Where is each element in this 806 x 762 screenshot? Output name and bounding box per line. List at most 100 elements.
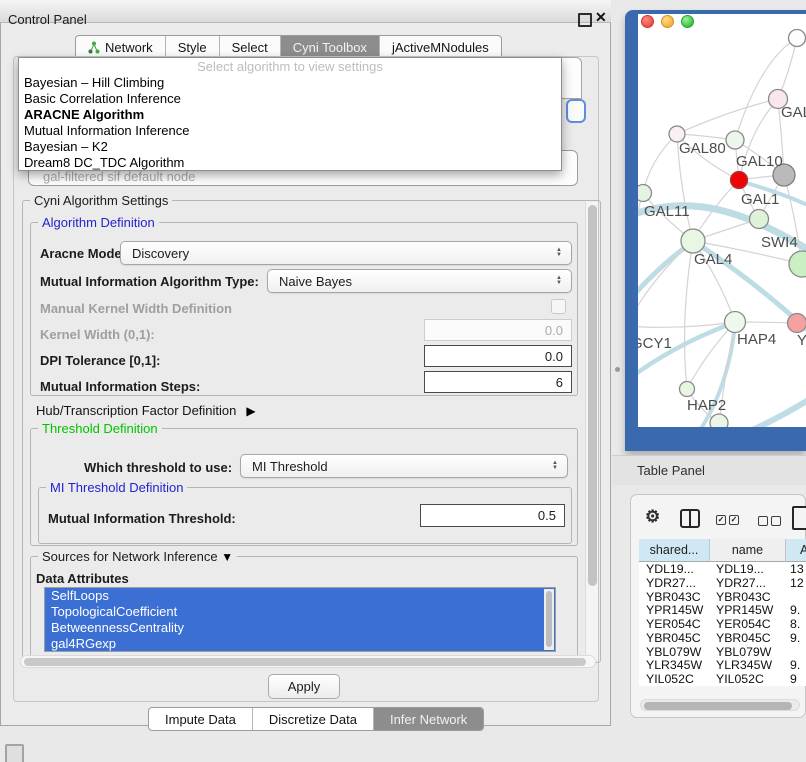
table-horizontal-scrollbar[interactable] (640, 699, 800, 711)
document-icon[interactable] (792, 506, 806, 530)
mi-steps-input[interactable]: 6 (424, 371, 572, 393)
table-row[interactable]: YBL079WYBL079W (639, 645, 806, 659)
column-header-shared-name[interactable]: shared... (639, 539, 710, 562)
settings-horizontal-scrollbar[interactable] (20, 655, 596, 668)
window-close-icon[interactable] (641, 15, 654, 28)
network-graph[interactable]: GAL GAL80 GAL10 GAL1 GAL11 SWI4 GAL4 GCY… (638, 28, 806, 427)
table-panel-titlebar: Table Panel (612, 455, 806, 485)
hub-definition-toggle[interactable]: Hub/Transcription Factor Definition ▶ (36, 403, 256, 418)
data-attributes-list[interactable]: SelfLoops TopologicalCoefficient Between… (44, 587, 556, 652)
table-row[interactable]: YBR045CYBR045C9. (639, 631, 806, 645)
scrollbar-thumb[interactable] (546, 591, 552, 647)
table-row[interactable]: YBR043CYBR043C (639, 590, 806, 604)
combo-value: Discovery (132, 246, 189, 261)
node-label: GCY1 (638, 335, 672, 352)
tab-select[interactable]: Select (220, 36, 281, 58)
split-pane-handle[interactable] (615, 367, 620, 372)
node-gal4[interactable] (681, 229, 705, 253)
node-gal1[interactable] (731, 172, 748, 189)
tab-network[interactable]: Network (76, 36, 166, 58)
node-label: SWI4 (761, 234, 798, 251)
close-icon[interactable]: ✕ (595, 9, 607, 26)
kernel-width-input[interactable]: 0.0 (424, 319, 572, 341)
node-label: GAL11 (644, 203, 690, 220)
algorithm-definition-legend: Algorithm Definition (38, 215, 159, 230)
mi-threshold-label: Mutual Information Threshold: (48, 511, 236, 526)
threshold-definition-legend: Threshold Definition (38, 421, 162, 436)
float-window-icon[interactable] (578, 13, 592, 27)
select-all-icon[interactable]: ✓ ✓ (716, 515, 739, 525)
window-zoom-icon[interactable] (681, 15, 694, 28)
gear-icon[interactable]: ⚙ (645, 507, 660, 527)
tab-discretize-data[interactable]: Discretize Data (253, 708, 374, 730)
split-columns-icon[interactable] (680, 509, 700, 528)
column-header-name[interactable]: name (710, 539, 786, 562)
list-item[interactable]: TopologicalCoefficient (45, 604, 555, 620)
node[interactable] (788, 314, 806, 333)
node-swi4[interactable] (750, 210, 769, 229)
dropdown-item[interactable]: Bayesian – K2 (19, 139, 561, 155)
which-threshold-label: Which threshold to use: (84, 460, 232, 475)
which-threshold-combo[interactable]: MI Threshold ▲▼ (240, 454, 568, 478)
table-row[interactable]: YDR27...YDR27...12 (639, 576, 806, 590)
minimized-panel-icon[interactable] (5, 744, 24, 762)
node[interactable] (789, 30, 806, 47)
tab-impute-data[interactable]: Impute Data (149, 708, 253, 730)
node-hap2[interactable] (680, 382, 695, 397)
scrollbar-thumb[interactable] (24, 658, 586, 666)
dpi-tolerance-input[interactable]: 0.0 (424, 345, 572, 367)
cell: YDR27... (639, 576, 710, 590)
table-row[interactable]: YLR345WYLR345W9. (639, 659, 806, 673)
table-row[interactable]: YIL052CYIL052C9 (639, 672, 806, 686)
deselect-all-icon[interactable] (758, 516, 781, 526)
mi-threshold-input[interactable]: 0.5 (420, 504, 565, 527)
table-row[interactable]: YDL19...YDL19...13 (639, 562, 806, 576)
list-vertical-scrollbar[interactable] (544, 589, 554, 650)
mi-algorithm-type-combo[interactable]: Naive Bayes ▲▼ (267, 269, 572, 293)
dropdown-item[interactable]: Dream8 DC_TDC Algorithm (19, 155, 561, 171)
node-gal10[interactable] (726, 131, 744, 149)
list-item[interactable]: gal4RGexp (45, 636, 555, 652)
cyni-bottom-tabbar: Impute Data Discretize Data Infer Networ… (148, 707, 484, 731)
sources-legend[interactable]: Sources for Network Inference ▼ (38, 549, 237, 564)
dropdown-item-selected[interactable]: ARACNE Algorithm (19, 107, 561, 123)
scrollbar-thumb[interactable] (588, 205, 597, 586)
aracne-mode-combo[interactable]: Discovery ▲▼ (120, 241, 572, 265)
tab-cyni-toolbox[interactable]: Cyni Toolbox (281, 36, 380, 58)
tab-label: Style (178, 40, 207, 55)
list-item[interactable]: SelfLoops (45, 588, 555, 604)
apply-button[interactable]: Apply (268, 674, 340, 699)
node-table[interactable]: YDL19...YDL19...13 YDR27...YDR27...12 YB… (639, 562, 806, 686)
dropdown-item[interactable]: Mutual Information Inference (19, 123, 561, 139)
hub-definition-label: Hub/Transcription Factor Definition (36, 403, 236, 418)
settings-vertical-scrollbar[interactable] (585, 202, 598, 660)
node[interactable] (789, 251, 806, 277)
node[interactable] (710, 414, 728, 427)
dropdown-item[interactable]: Basic Correlation Inference (19, 91, 561, 107)
window-minimize-icon[interactable] (661, 15, 674, 28)
network-selector-value: gal-filtered sif default node (43, 169, 195, 184)
cell: YER054C (710, 617, 786, 631)
mi-steps-label: Mutual Information Steps: (40, 379, 200, 394)
tab-style[interactable]: Style (166, 36, 220, 58)
collapse-right-icon: ▶ (246, 404, 255, 418)
cell: YER054C (639, 617, 710, 631)
scrollbar-thumb[interactable] (644, 702, 792, 710)
nodes[interactable] (638, 30, 806, 428)
node-hap4[interactable] (725, 312, 746, 333)
table-row[interactable]: YPR145WYPR145W9. (639, 603, 806, 617)
input-value: 6 (556, 375, 563, 390)
cell: YIL052C (710, 672, 786, 686)
node-gal11[interactable] (638, 185, 652, 202)
column-header-clipped[interactable]: A (786, 539, 806, 562)
combo-arrows-icon: ▲▼ (552, 461, 558, 471)
kernel-width-label: Kernel Width (0,1): (40, 327, 155, 342)
table-row[interactable]: YER054CYER054C8. (639, 617, 806, 631)
node-label: GAL (781, 104, 806, 121)
combo-value: Naive Bayes (279, 274, 352, 289)
tab-infer-network[interactable]: Infer Network (374, 708, 483, 730)
dropdown-item[interactable]: Bayesian – Hill Climbing (19, 75, 561, 91)
manual-kernel-checkbox[interactable] (551, 299, 566, 314)
tab-jactivemnodules[interactable]: jActiveMNodules (380, 36, 501, 58)
list-item[interactable]: BetweennessCentrality (45, 620, 555, 636)
